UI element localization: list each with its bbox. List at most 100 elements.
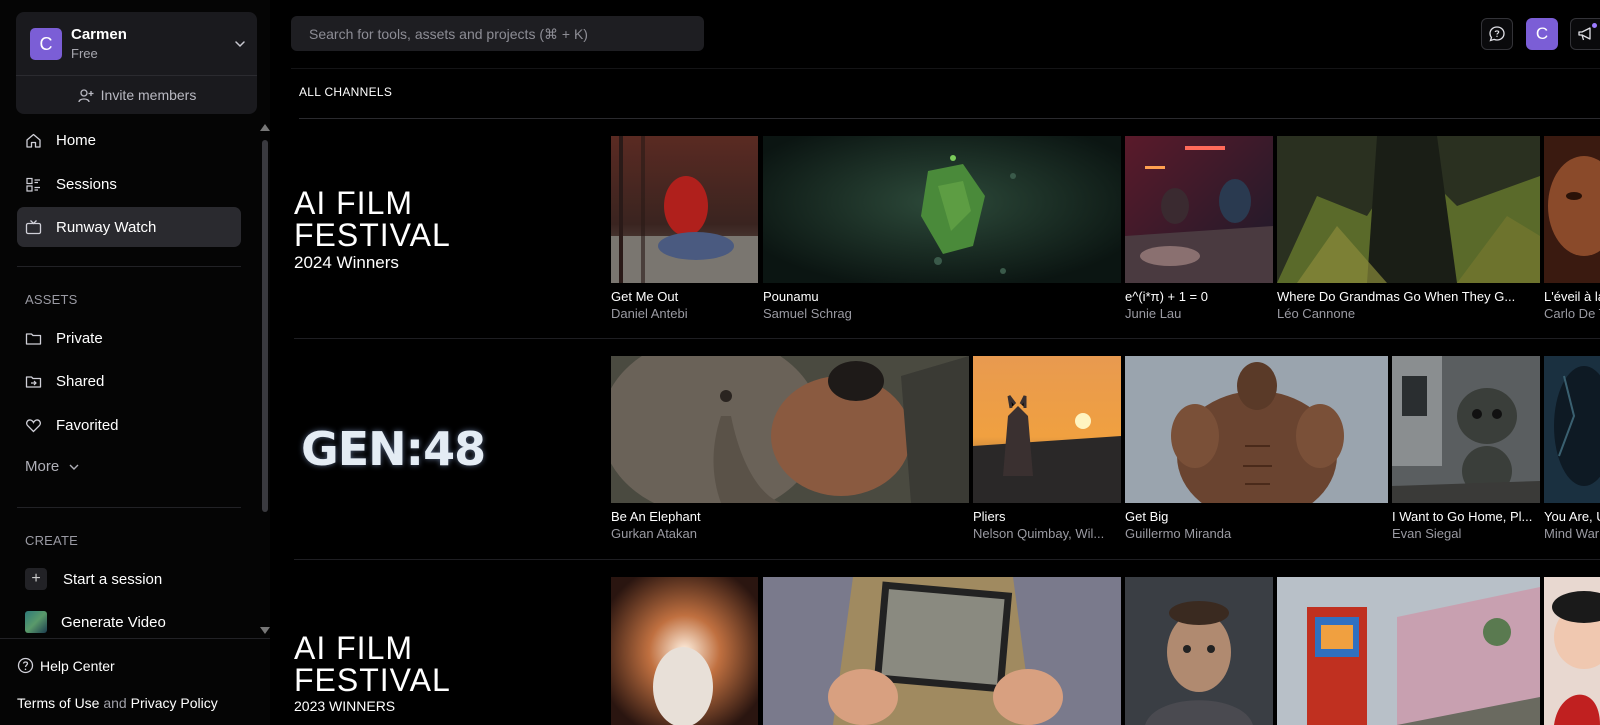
video-thumbnail bbox=[611, 577, 758, 725]
announcements-button[interactable] bbox=[1570, 18, 1600, 50]
workspace-avatar: C bbox=[30, 28, 62, 60]
user-plus-icon bbox=[77, 88, 94, 102]
megaphone-icon bbox=[1577, 27, 1591, 41]
workspace-name: Carmen bbox=[71, 26, 127, 43]
workspace-plan: Free bbox=[71, 46, 98, 61]
privacy-link[interactable]: Privacy Policy bbox=[131, 695, 218, 711]
video-author: Samuel Schrag bbox=[763, 306, 852, 321]
video-title: Get Big bbox=[1125, 509, 1169, 524]
sidebar: C Carmen Free Invite members Home Sessio… bbox=[0, 0, 270, 725]
feedback-button[interactable] bbox=[1481, 18, 1513, 50]
video-thumbnail bbox=[1544, 356, 1600, 503]
nav-favorited-label: Favorited bbox=[56, 416, 119, 434]
video-author: Evan Siegal bbox=[1392, 526, 1462, 541]
video-author: Daniel Antebi bbox=[611, 306, 688, 321]
workspace-switcher[interactable]: C Carmen Free bbox=[16, 12, 257, 75]
nav-private-label: Private bbox=[56, 329, 103, 347]
nav-runway-watch[interactable]: Runway Watch bbox=[17, 207, 241, 247]
app-root: C Carmen Free Invite members Home Sessio… bbox=[0, 0, 1600, 725]
legal-links: Terms of Use and Privacy Policy bbox=[17, 695, 218, 711]
video-title: You Are, U bbox=[1544, 509, 1600, 524]
video-title: L'éveil à la bbox=[1544, 289, 1600, 304]
sidebar-scrollbar[interactable] bbox=[262, 140, 268, 512]
nav-favorited[interactable]: Favorited bbox=[17, 405, 241, 445]
nav-home-label: Home bbox=[56, 131, 97, 149]
scroll-up-arrow-icon[interactable] bbox=[260, 124, 270, 131]
invite-members-label: Invite members bbox=[100, 87, 197, 103]
video-thumbnail bbox=[1277, 577, 1540, 725]
logo-subtitle: 2024 Winners bbox=[294, 253, 399, 272]
all-channels-tab[interactable]: ALL CHANNELS bbox=[299, 85, 392, 99]
scroll-down-arrow-icon[interactable] bbox=[260, 627, 270, 634]
start-session-button[interactable]: + Start a session bbox=[17, 559, 241, 599]
legal-and-text: and bbox=[103, 695, 127, 711]
channels-underline bbox=[299, 118, 1600, 119]
video-thumbnail bbox=[973, 356, 1121, 503]
topbar-divider bbox=[291, 68, 1600, 69]
chevron-down-icon bbox=[69, 464, 79, 470]
question-circle-icon bbox=[17, 657, 34, 674]
logo-line: AI FILM bbox=[294, 630, 414, 666]
video-thumbnail bbox=[611, 136, 758, 283]
video-thumbnail bbox=[1125, 136, 1273, 283]
chevron-down-icon bbox=[235, 41, 245, 48]
ai-film-festival-2024-logo[interactable]: AI FILM FESTIVAL 2024 Winners bbox=[294, 187, 451, 273]
video-author: Gurkan Atakan bbox=[611, 526, 697, 541]
video-title: Get Me Out bbox=[611, 289, 679, 304]
generate-video-label: Generate Video bbox=[61, 613, 166, 631]
help-center-label: Help Center bbox=[40, 657, 115, 674]
video-title: Be An Elephant bbox=[611, 509, 701, 524]
home-icon bbox=[26, 133, 41, 148]
ai-film-festival-2023-logo[interactable]: AI FILM FESTIVAL 2023 WINNERS bbox=[294, 632, 451, 714]
tv-icon bbox=[25, 219, 42, 234]
help-center-link[interactable]: Help Center bbox=[17, 657, 115, 674]
video-thumbnail bbox=[763, 577, 1121, 725]
shared-folder-icon bbox=[25, 375, 42, 388]
logo-subtitle: 2023 WINNERS bbox=[294, 698, 396, 714]
plus-icon: + bbox=[25, 568, 47, 590]
gen48-logo[interactable]: GEN:48 bbox=[301, 422, 486, 476]
video-title: Where Do Grandmas Go When They G... bbox=[1277, 289, 1516, 304]
create-section-label: CREATE bbox=[25, 533, 78, 548]
notification-dot bbox=[1592, 23, 1597, 28]
row-divider bbox=[294, 559, 1600, 560]
nav-shared[interactable]: Shared bbox=[17, 361, 241, 401]
invite-members-button[interactable]: Invite members bbox=[16, 76, 257, 114]
row-divider bbox=[294, 338, 1600, 339]
video-title: e^(i*π) + 1 = 0 bbox=[1125, 289, 1208, 304]
video-thumbnail bbox=[1125, 577, 1273, 725]
heart-icon bbox=[26, 418, 41, 432]
workspace-panel: C Carmen Free Invite members bbox=[16, 12, 257, 114]
video-thumbnail bbox=[611, 356, 969, 503]
video-thumbnail bbox=[763, 136, 1121, 283]
video-thumbnail bbox=[1125, 356, 1388, 503]
more-button[interactable]: More bbox=[25, 458, 81, 475]
video-thumbnail-icon bbox=[25, 611, 47, 633]
video-author: Junie Lau bbox=[1125, 306, 1182, 321]
video-title: I Want to Go Home, Pl... bbox=[1392, 509, 1533, 524]
terms-link[interactable]: Terms of Use bbox=[17, 695, 99, 711]
nav-runway-watch-label: Runway Watch bbox=[56, 218, 157, 236]
sidebar-divider bbox=[17, 266, 241, 267]
nav-private[interactable]: Private bbox=[17, 318, 241, 358]
video-thumbnail bbox=[1277, 136, 1540, 283]
logo-line: FESTIVAL bbox=[294, 217, 451, 253]
generate-video-button[interactable]: Generate Video bbox=[17, 602, 241, 642]
video-author: Guillermo Miranda bbox=[1125, 526, 1232, 541]
video-author: Carlo De T bbox=[1544, 306, 1600, 321]
search-input[interactable] bbox=[291, 16, 704, 51]
sidebar-footer-divider bbox=[0, 638, 270, 639]
sidebar-divider bbox=[17, 507, 241, 508]
start-session-label: Start a session bbox=[63, 570, 163, 588]
video-thumbnail bbox=[1544, 136, 1600, 283]
nav-sessions-label: Sessions bbox=[56, 175, 117, 193]
video-author: Mind War bbox=[1544, 526, 1600, 541]
folder-icon bbox=[25, 332, 42, 345]
nav-sessions[interactable]: Sessions bbox=[17, 164, 241, 204]
user-avatar[interactable]: C bbox=[1526, 18, 1558, 50]
video-author: Léo Cannone bbox=[1277, 306, 1356, 321]
nav-home[interactable]: Home bbox=[17, 120, 241, 160]
more-label: More bbox=[25, 458, 60, 475]
logo-line: FESTIVAL bbox=[294, 662, 451, 698]
video-title: Pliers bbox=[973, 509, 1006, 524]
